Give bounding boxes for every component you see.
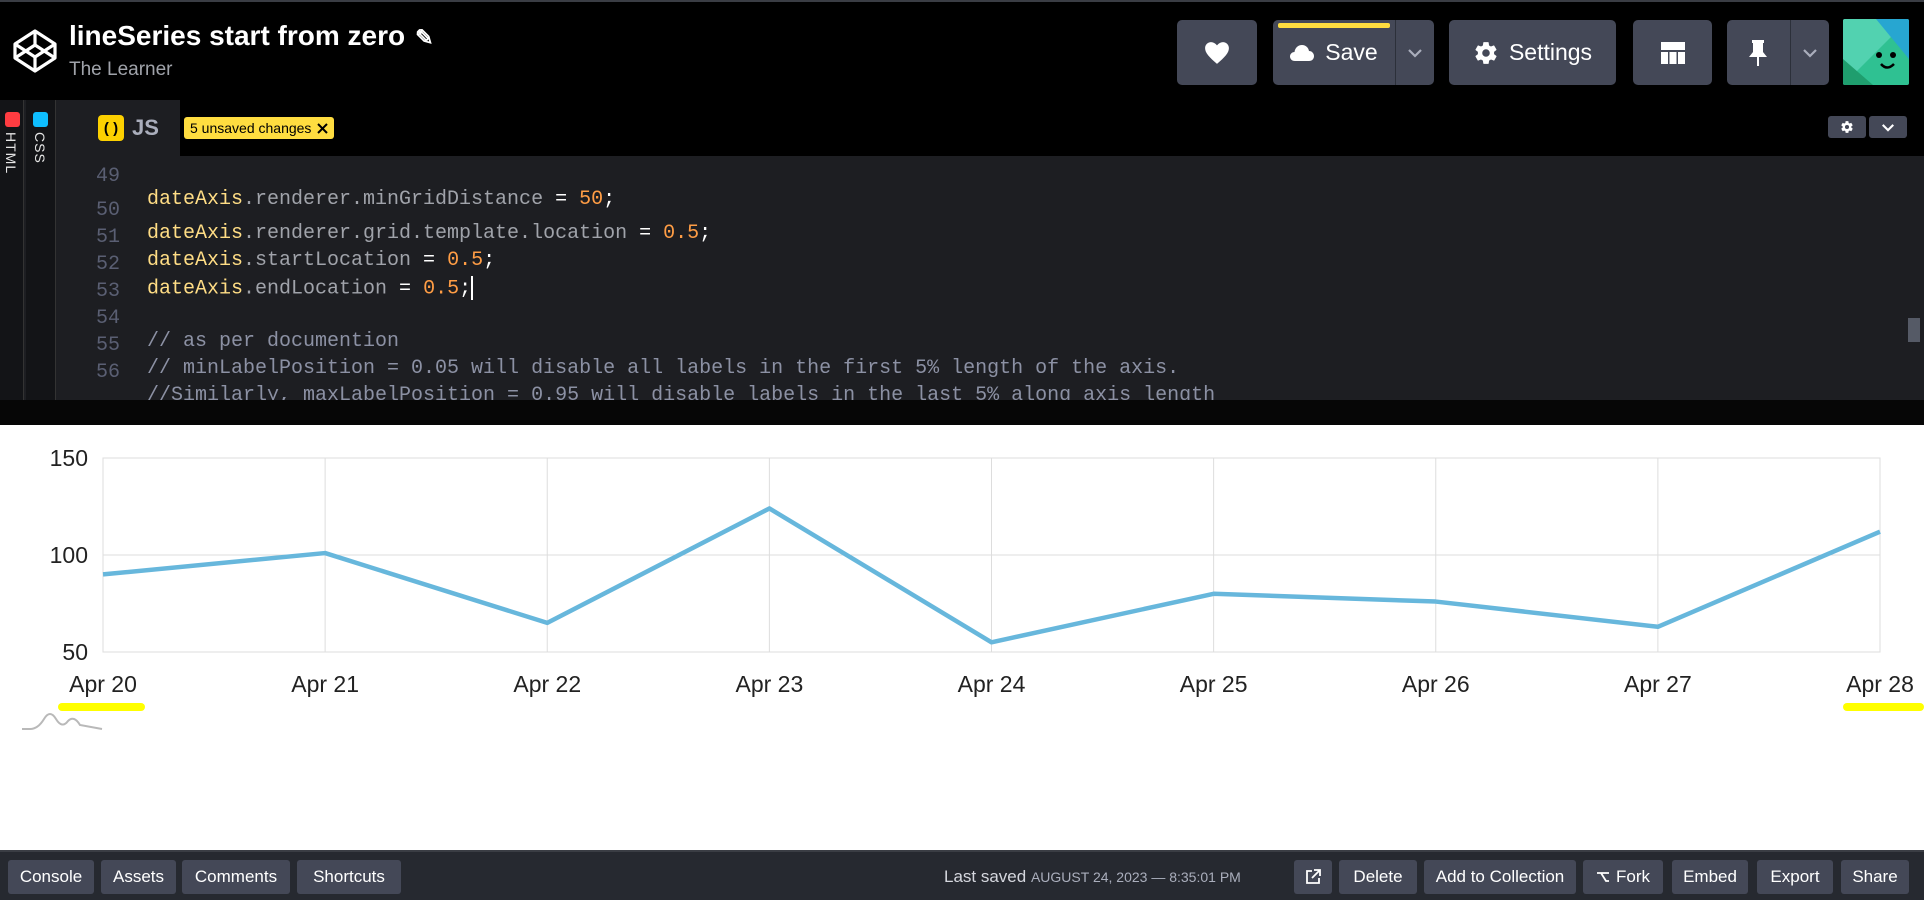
- embed-button[interactable]: Embed: [1672, 860, 1748, 894]
- line-number: 56: [95, 361, 120, 384]
- x-tick-label: Apr 22: [513, 671, 581, 697]
- preview-pane: 150 100 50 Apr 20 Apr 21 Apr 22 Apr 23 Apr 24 Ap…: [0, 425, 1924, 850]
- external-link-icon: [1306, 869, 1321, 884]
- settings-button[interactable]: Settings: [1449, 20, 1616, 85]
- y-tick-label: 100: [50, 542, 88, 568]
- editor-scrollbar-thumb[interactable]: [1908, 318, 1920, 342]
- editor-resize-bar[interactable]: [0, 400, 1924, 425]
- x-tick-label: Apr 27: [1624, 671, 1692, 697]
- y-tick-label: 150: [50, 445, 88, 471]
- last-saved-time: AUGUST 24, 2023 — 8:35:01 PM: [1030, 869, 1241, 885]
- last-saved-label: Last saved: [944, 867, 1027, 886]
- css-tab-label: CSS: [32, 132, 48, 164]
- pin-button[interactable]: [1727, 20, 1789, 85]
- x-tick-label: Apr 21: [291, 671, 359, 697]
- chevron-down-icon: [1882, 123, 1894, 132]
- x-tick-label: Apr 28: [1846, 671, 1914, 697]
- js-tab-label: JS: [132, 115, 159, 140]
- pin-icon: [1749, 39, 1767, 66]
- amcharts-logo-icon: [22, 713, 103, 730]
- css-badge-icon: [33, 112, 48, 127]
- gear-icon: [1841, 121, 1853, 133]
- unsaved-changes-label: 5 unsaved changes: [190, 120, 312, 136]
- tab-html-collapsed[interactable]: HTML: [0, 100, 24, 400]
- bottom-toolbar: Console Assets Comments Shortcuts Last s…: [0, 850, 1924, 900]
- code-comment: //Similarly, maxLabelPosition = 0.95 wil…: [147, 384, 1216, 400]
- save-button[interactable]: Save: [1273, 20, 1394, 85]
- js-badge-icon: ( ): [98, 115, 124, 141]
- code-line: 49 dateAxis.renderer.minGridDistance = 5…: [80, 156, 1924, 211]
- pin-button-group: [1727, 20, 1829, 85]
- top-header: lineSeries start from zero ✎ The Learner …: [0, 0, 1924, 100]
- layout-icon: [1660, 41, 1685, 64]
- fork-icon: [1597, 872, 1609, 882]
- x-tick-label: Apr 25: [1180, 671, 1248, 697]
- export-button[interactable]: Export: [1757, 860, 1833, 894]
- x-tick-label: Apr 24: [958, 671, 1026, 697]
- last-saved-status: Last saved AUGUST 24, 2023 — 8:35:01 PM: [944, 867, 1241, 887]
- pin-options-dropdown[interactable]: [1790, 20, 1829, 85]
- change-view-button[interactable]: [1633, 20, 1712, 85]
- codepen-logo-icon[interactable]: [12, 28, 58, 74]
- settings-label: Settings: [1508, 39, 1593, 65]
- pencil-icon[interactable]: ✎: [415, 25, 433, 51]
- delete-button[interactable]: Delete: [1339, 860, 1417, 894]
- editor-panel: HTML CSS ( ) JS 5 unsaved changes 49 dat…: [0, 100, 1924, 425]
- love-button[interactable]: [1177, 20, 1257, 85]
- gear-icon: [1475, 41, 1497, 64]
- comments-button[interactable]: Comments: [182, 860, 290, 894]
- pen-title[interactable]: lineSeries start from zero ✎: [69, 20, 434, 52]
- x-tick-label: Apr 20: [69, 671, 137, 697]
- chevron-down-icon: [1408, 48, 1422, 58]
- code-line: 56 //Similarly, maxLabelPosition = 0.95 …: [80, 338, 1924, 400]
- x-tick-label: Apr 23: [735, 671, 803, 697]
- unsaved-changes-badge[interactable]: 5 unsaved changes: [184, 117, 335, 139]
- tab-js[interactable]: ( ) JS: [80, 100, 180, 156]
- x-tick-label: Apr 26: [1402, 671, 1470, 697]
- add-to-collection-button[interactable]: Add to Collection: [1424, 860, 1576, 894]
- tab-css-collapsed[interactable]: CSS: [26, 100, 56, 400]
- shortcuts-button[interactable]: Shortcuts: [297, 860, 401, 894]
- cloud-icon: [1290, 44, 1315, 61]
- js-settings-button[interactable]: [1828, 116, 1866, 138]
- fork-button[interactable]: Fork: [1583, 860, 1663, 894]
- js-code-editor[interactable]: 49 dateAxis.renderer.minGridDistance = 5…: [80, 156, 1924, 400]
- assets-button[interactable]: Assets: [101, 860, 176, 894]
- heart-icon: [1205, 41, 1229, 64]
- html-tab-label: HTML: [3, 132, 19, 175]
- user-avatar[interactable]: [1843, 19, 1909, 85]
- fork-label: Fork: [1616, 867, 1650, 886]
- share-button[interactable]: Share: [1841, 860, 1909, 894]
- y-tick-label: 50: [62, 639, 88, 665]
- save-options-dropdown[interactable]: [1395, 20, 1434, 85]
- line-chart: 150 100 50 Apr 20 Apr 21 Apr 22 Apr 23 Apr 24 Ap…: [22, 445, 1924, 730]
- console-button[interactable]: Console: [8, 860, 94, 894]
- open-external-button[interactable]: [1294, 860, 1332, 894]
- pen-title-text: lineSeries start from zero: [69, 20, 406, 51]
- save-button-group: Save: [1273, 20, 1434, 85]
- js-editor-header: ( ) JS 5 unsaved changes: [80, 100, 1924, 156]
- html-badge-icon: [5, 112, 20, 127]
- js-options-dropdown[interactable]: [1869, 116, 1907, 138]
- pen-author[interactable]: The Learner: [69, 59, 173, 81]
- chevron-down-icon: [1803, 48, 1817, 58]
- save-label: Save: [1325, 39, 1378, 65]
- close-icon[interactable]: [317, 122, 329, 134]
